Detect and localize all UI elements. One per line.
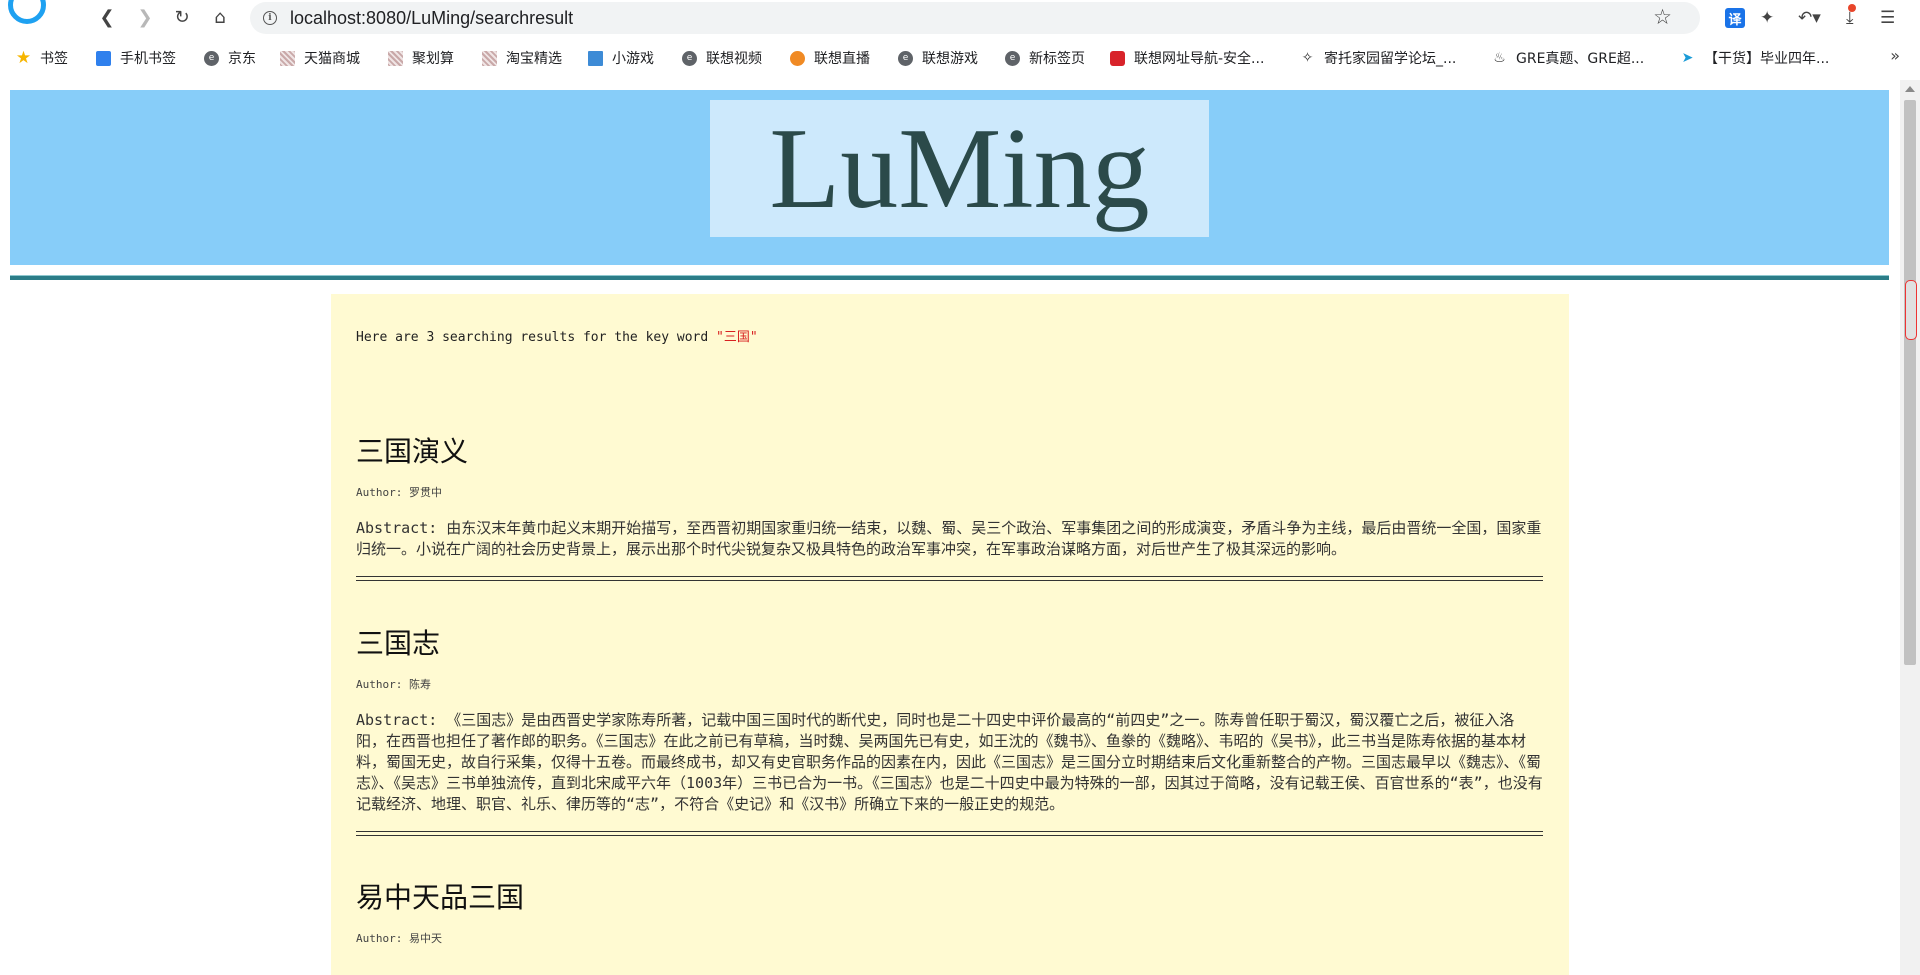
scroll-position-marker <box>1905 280 1917 340</box>
result-abstract: Abstract: 《三国志》是由西晋史学家陈寿所著，记载中国三国时代的断代史，… <box>356 711 1543 813</box>
bookmark-star-icon[interactable]: ☆ <box>1653 5 1672 29</box>
browser-logo-icon <box>8 0 46 24</box>
search-summary: Here are 3 searching results for the key… <box>356 330 758 345</box>
bookmark-item[interactable]: 联想网址导航-安全... <box>1110 46 1264 70</box>
grid-icon <box>388 50 403 66</box>
url-text[interactable]: localhost:8080/LuMing/searchresult <box>290 8 573 29</box>
result-item: 三国演义 Author: 罗贯中 Abstract: 由东汉末年黄巾起义末期开始… <box>356 434 1543 581</box>
result-author: Author: 陈寿 <box>356 678 431 691</box>
result-title[interactable]: 易中天品三国 <box>356 880 1543 916</box>
scroll-thumb[interactable] <box>1904 100 1916 665</box>
game-icon <box>588 50 603 66</box>
reload-icon[interactable]: ↻ <box>170 6 194 30</box>
bookmark-item[interactable]: 手机书签 <box>96 46 176 70</box>
bookmark-item[interactable]: e 京东 <box>204 46 256 70</box>
result-item: 易中天品三国 Author: 易中天 <box>356 880 1543 946</box>
grid-icon <box>482 50 497 66</box>
grid-icon <box>280 50 295 66</box>
back-icon[interactable]: ❮ <box>95 6 119 30</box>
bookmark-item[interactable]: 天猫商城 <box>280 46 360 70</box>
live-icon <box>790 50 805 66</box>
gt-icon: ✧ <box>1301 50 1314 66</box>
e-icon: e <box>1005 50 1020 66</box>
more-bookmarks-icon[interactable]: » <box>1890 46 1900 65</box>
browser-toolbar: ❮ ❯ ↻ ⌂ i localhost:8080/LuMing/searchre… <box>0 0 1920 36</box>
bookmark-item[interactable]: 淘宝精选 <box>482 46 562 70</box>
undo-icon[interactable]: ↶▾ <box>1798 6 1821 30</box>
bookmark-item[interactable]: ♨ GRE真题、GRE超... <box>1492 46 1644 70</box>
bookmark-item[interactable]: ✧ 寄托家园留学论坛_... <box>1300 46 1457 70</box>
download-icon[interactable]: ⤓ <box>1846 4 1856 30</box>
header-banner: LuMing <box>10 90 1889 265</box>
e-icon: e <box>898 50 913 66</box>
result-abstract: Abstract: 由东汉末年黄巾起义末期开始描写，至西晋初期国家重归统一结束，… <box>356 519 1542 558</box>
search-keyword: "三国" <box>716 330 758 345</box>
header-divider <box>10 275 1889 280</box>
site-logo: LuMing <box>769 104 1150 233</box>
translate-icon: 译 <box>1725 8 1745 28</box>
bookmark-item[interactable]: ★ 书签 <box>16 46 68 70</box>
extensions-icon[interactable]: ✦ <box>1760 6 1774 30</box>
menu-icon[interactable]: ☰ <box>1880 6 1895 30</box>
logo-box: LuMing <box>710 100 1209 237</box>
site-info-icon[interactable]: i <box>263 11 277 25</box>
red-icon <box>1110 50 1125 66</box>
bookmark-item[interactable]: ➤ 【干货】毕业四年... <box>1680 46 1830 70</box>
bird-icon: ➤ <box>1681 50 1694 66</box>
result-separator <box>356 831 1543 836</box>
e-icon: e <box>204 50 219 66</box>
translate-button[interactable]: 译 <box>1725 6 1745 30</box>
notification-dot <box>1847 4 1856 12</box>
result-item: 三国志 Author: 陈寿 Abstract: 《三国志》是由西晋史学家陈寿所… <box>356 626 1543 836</box>
bookmark-item[interactable]: 聚划算 <box>388 46 454 70</box>
result-title[interactable]: 三国演义 <box>356 434 1543 470</box>
bookmarks-bar: ★ 书签 手机书签 e 京东 天猫商城 聚划算 淘宝精选 小游戏 e 联想视频 联想直… <box>0 42 1920 74</box>
result-title[interactable]: 三国志 <box>356 626 1543 662</box>
address-bar[interactable]: i localhost:8080/LuMing/searchresult ☆ <box>250 2 1700 34</box>
forward-icon[interactable]: ❯ <box>133 6 157 30</box>
bookmark-item[interactable]: 小游戏 <box>588 46 654 70</box>
result-author: Author: 罗贯中 <box>356 486 442 499</box>
mono-icon: ♨ <box>1493 50 1506 66</box>
star-icon: ★ <box>15 48 32 68</box>
result-author: Author: 易中天 <box>356 932 442 945</box>
page-viewport: LuMing Here are 3 searching results for … <box>0 80 1900 975</box>
result-separator <box>356 576 1543 581</box>
bookmark-item[interactable]: 联想直播 <box>790 46 870 70</box>
scroll-up-icon[interactable] <box>1905 86 1915 92</box>
bookmark-item[interactable]: e 新标签页 <box>1005 46 1085 70</box>
bookmark-item[interactable]: e 联想视频 <box>682 46 762 70</box>
e-icon: e <box>682 50 697 66</box>
home-icon[interactable]: ⌂ <box>208 6 232 30</box>
results-panel: Here are 3 searching results for the key… <box>331 294 1569 975</box>
phone-icon <box>96 50 111 66</box>
bookmark-item[interactable]: e 联想游戏 <box>898 46 978 70</box>
page-scrollbar[interactable] <box>1900 80 1920 975</box>
